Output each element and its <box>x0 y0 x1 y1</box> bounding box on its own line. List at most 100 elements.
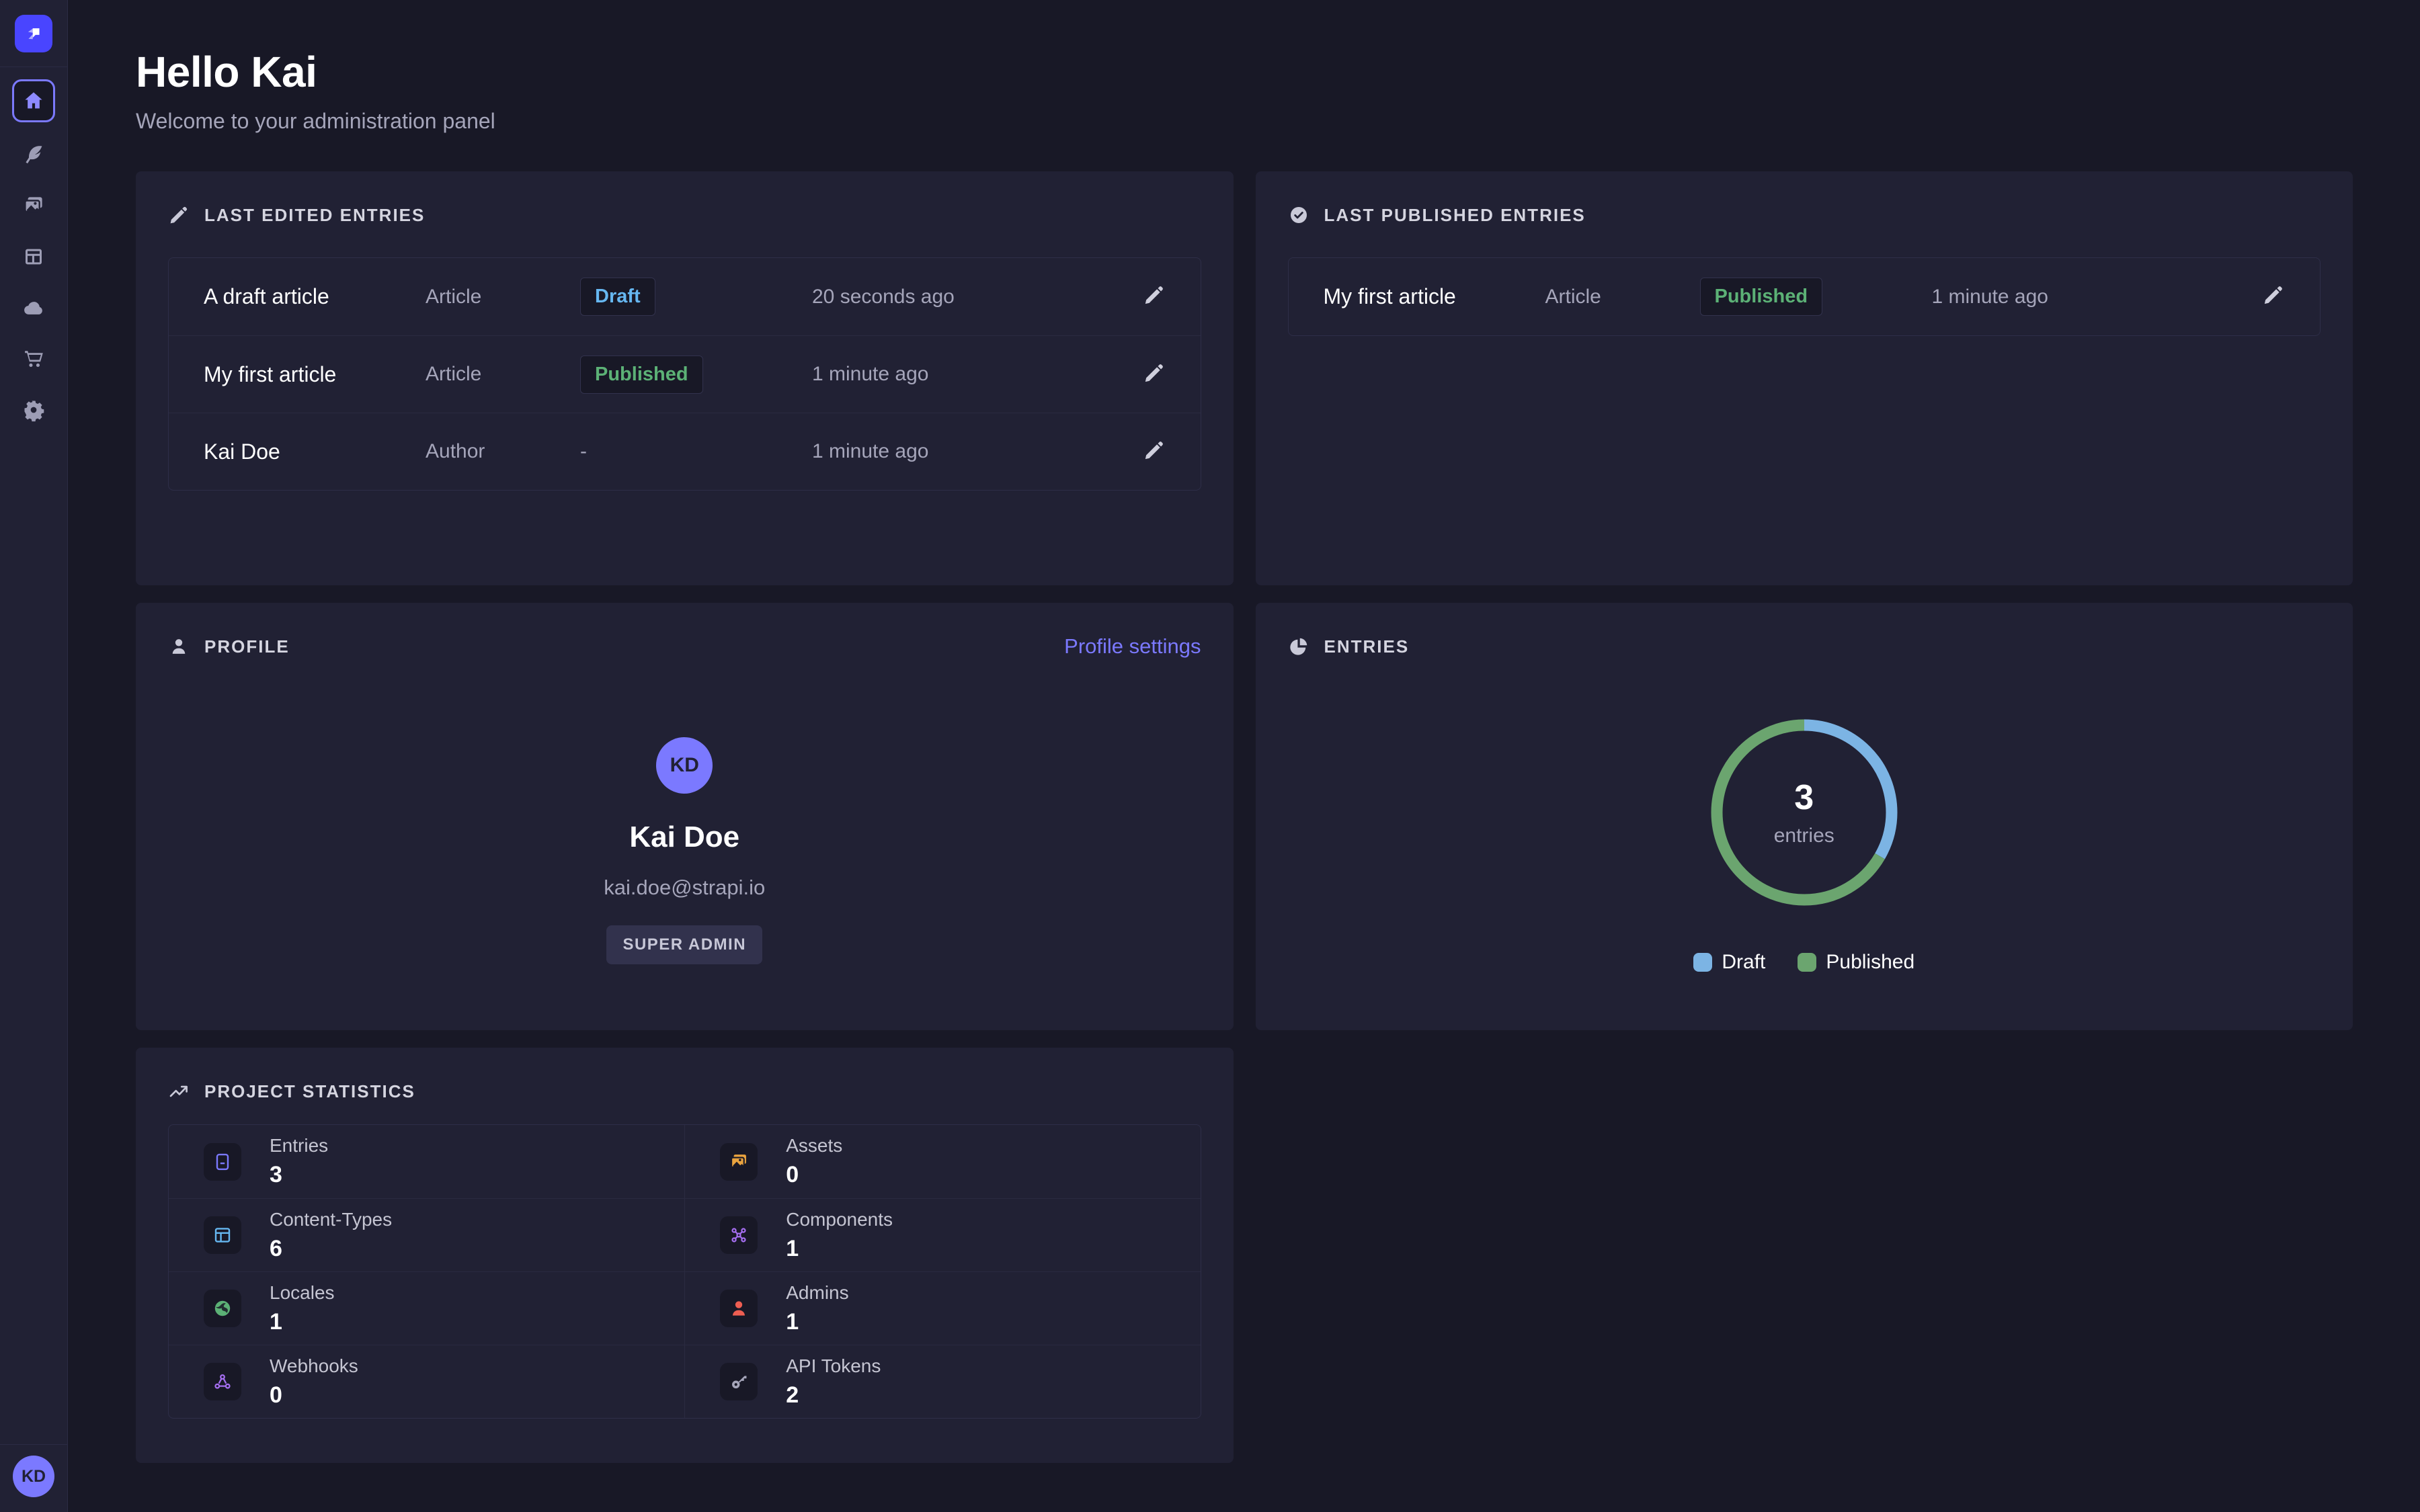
entry-kind: Article <box>426 286 580 308</box>
stat-icon-tile <box>204 1216 241 1254</box>
pencil-icon <box>1143 362 1166 384</box>
entry-name: My first article <box>204 362 426 387</box>
entry-kind: Article <box>1545 286 1700 308</box>
webhook-icon <box>212 1371 233 1392</box>
last-published-table: My first article Article Published 1 min… <box>1288 257 2321 336</box>
logo-container <box>0 0 67 67</box>
dashboard-grid: LAST EDITED ENTRIES A draft article Arti… <box>136 171 2353 1463</box>
role-badge: SUPER ADMIN <box>606 925 762 964</box>
sidebar-item-media-library[interactable] <box>15 187 52 224</box>
gear-icon <box>22 398 46 422</box>
stat-value: 2 <box>786 1382 881 1409</box>
pencil-icon <box>1143 284 1166 306</box>
status-badge: Published <box>580 355 703 394</box>
layout-icon <box>22 245 46 269</box>
table-row[interactable]: My first article Article Published 1 min… <box>1289 258 2321 335</box>
entries-total-label: entries <box>1774 825 1834 847</box>
strapi-logo[interactable] <box>15 15 52 52</box>
stat-label: API Tokens <box>786 1355 881 1377</box>
stat-label: Assets <box>786 1135 842 1157</box>
profile-email: kai.doe@strapi.io <box>604 876 765 900</box>
pencil-icon <box>1143 439 1166 462</box>
stat-text: Locales 1 <box>270 1282 335 1335</box>
stat-icon-tile <box>720 1363 758 1400</box>
entry-status-cell: Draft <box>580 278 812 316</box>
card-header: LAST PUBLISHED ENTRIES <box>1288 204 2321 226</box>
stat-api-tokens: API Tokens 2 <box>684 1345 1200 1418</box>
sidebar-item-marketplace[interactable] <box>15 340 52 378</box>
stat-value: 1 <box>270 1309 335 1335</box>
last-edited-entries-card: LAST EDITED ENTRIES A draft article Arti… <box>136 171 1234 585</box>
entry-name: My first article <box>1324 284 1545 309</box>
empty-grid-slot <box>1256 1048 2353 1463</box>
stat-label: Content-Types <box>270 1209 392 1230</box>
entry-time: 1 minute ago <box>812 363 1101 386</box>
edit-entry-button[interactable] <box>1143 284 1166 306</box>
layout-icon <box>212 1224 233 1246</box>
images-icon <box>22 194 46 218</box>
page-title: Hello Kai <box>136 47 2353 97</box>
card-title: PROJECT STATISTICS <box>204 1081 415 1102</box>
entries-chart: 3 entries Draft Published <box>1288 714 2321 974</box>
cart-icon <box>22 347 46 371</box>
stat-text: Components 1 <box>786 1209 893 1262</box>
sidebar-footer: KD <box>0 1444 67 1512</box>
card-title: ENTRIES <box>1324 636 1410 657</box>
stat-webhooks: Webhooks 0 <box>169 1345 684 1418</box>
profile-settings-link[interactable]: Profile settings <box>1064 634 1201 659</box>
stat-locales: Locales 1 <box>169 1271 684 1345</box>
sidebar-item-content-manager[interactable] <box>15 136 52 173</box>
sidebar-item-deploy[interactable] <box>15 289 52 327</box>
stat-value: 6 <box>270 1236 392 1262</box>
legend-item-published: Published <box>1798 951 1914 974</box>
pie-chart-icon <box>1288 636 1309 657</box>
stat-text: Entries 3 <box>270 1135 328 1188</box>
strapi-logo-icon <box>21 21 46 46</box>
sidebar-item-home[interactable] <box>12 79 55 122</box>
user-avatar[interactable]: KD <box>13 1456 54 1497</box>
table-row[interactable]: My first article Article Published 1 min… <box>169 335 1201 413</box>
entry-action-cell <box>1143 439 1166 465</box>
status-badge: Published <box>1700 278 1823 316</box>
stat-assets: Assets 0 <box>684 1125 1200 1198</box>
stat-admins: Admins 1 <box>684 1271 1200 1345</box>
strapi-dashboard: KD Hello Kai Welcome to your administrat… <box>0 0 2420 1512</box>
chart-legend: Draft Published <box>1693 951 1914 974</box>
avatar: KD <box>656 737 713 794</box>
entries-total: 3 <box>1794 778 1814 818</box>
profile-name: Kai Doe <box>629 821 739 854</box>
page-subtitle: Welcome to your administration panel <box>136 109 2353 134</box>
status-badge: Draft <box>580 278 655 316</box>
entries-card: ENTRIES 3 entries <box>1256 603 2353 1030</box>
entry-name: Kai Doe <box>204 439 426 464</box>
stat-icon-tile <box>204 1363 241 1400</box>
edit-entry-button[interactable] <box>2262 284 2285 306</box>
table-row[interactable]: A draft article Article Draft 20 seconds… <box>169 258 1201 335</box>
pencil-icon <box>168 204 190 226</box>
stat-label: Admins <box>786 1282 848 1304</box>
sidebar-item-content-type-builder[interactable] <box>15 238 52 276</box>
edit-entry-button[interactable] <box>1143 362 1166 384</box>
stat-text: API Tokens 2 <box>786 1355 881 1409</box>
entry-status-cell: Published <box>580 355 812 394</box>
book-icon <box>212 1151 233 1173</box>
last-published-entries-card: LAST PUBLISHED ENTRIES My first article … <box>1256 171 2353 585</box>
trending-up-icon <box>168 1081 190 1102</box>
card-header: PROJECT STATISTICS <box>168 1080 1201 1103</box>
entry-time: 20 seconds ago <box>812 286 1101 308</box>
feather-icon <box>22 142 46 167</box>
entry-kind: Author <box>426 440 580 463</box>
sidebar: KD <box>0 0 68 1512</box>
table-row[interactable]: Kai Doe Author - 1 minute ago <box>169 413 1201 490</box>
stat-value: 1 <box>786 1236 893 1262</box>
card-title: LAST PUBLISHED ENTRIES <box>1324 205 1586 226</box>
card-header: PROFILE Profile settings <box>168 635 1201 658</box>
entry-status-empty: - <box>580 440 812 463</box>
stat-icon-tile <box>720 1143 758 1181</box>
sidebar-nav <box>12 67 55 1444</box>
stat-label: Components <box>786 1209 893 1230</box>
donut-center: 3 entries <box>1706 714 1902 911</box>
sidebar-item-settings[interactable] <box>15 391 52 429</box>
image-icon <box>728 1151 750 1173</box>
edit-entry-button[interactable] <box>1143 439 1166 462</box>
